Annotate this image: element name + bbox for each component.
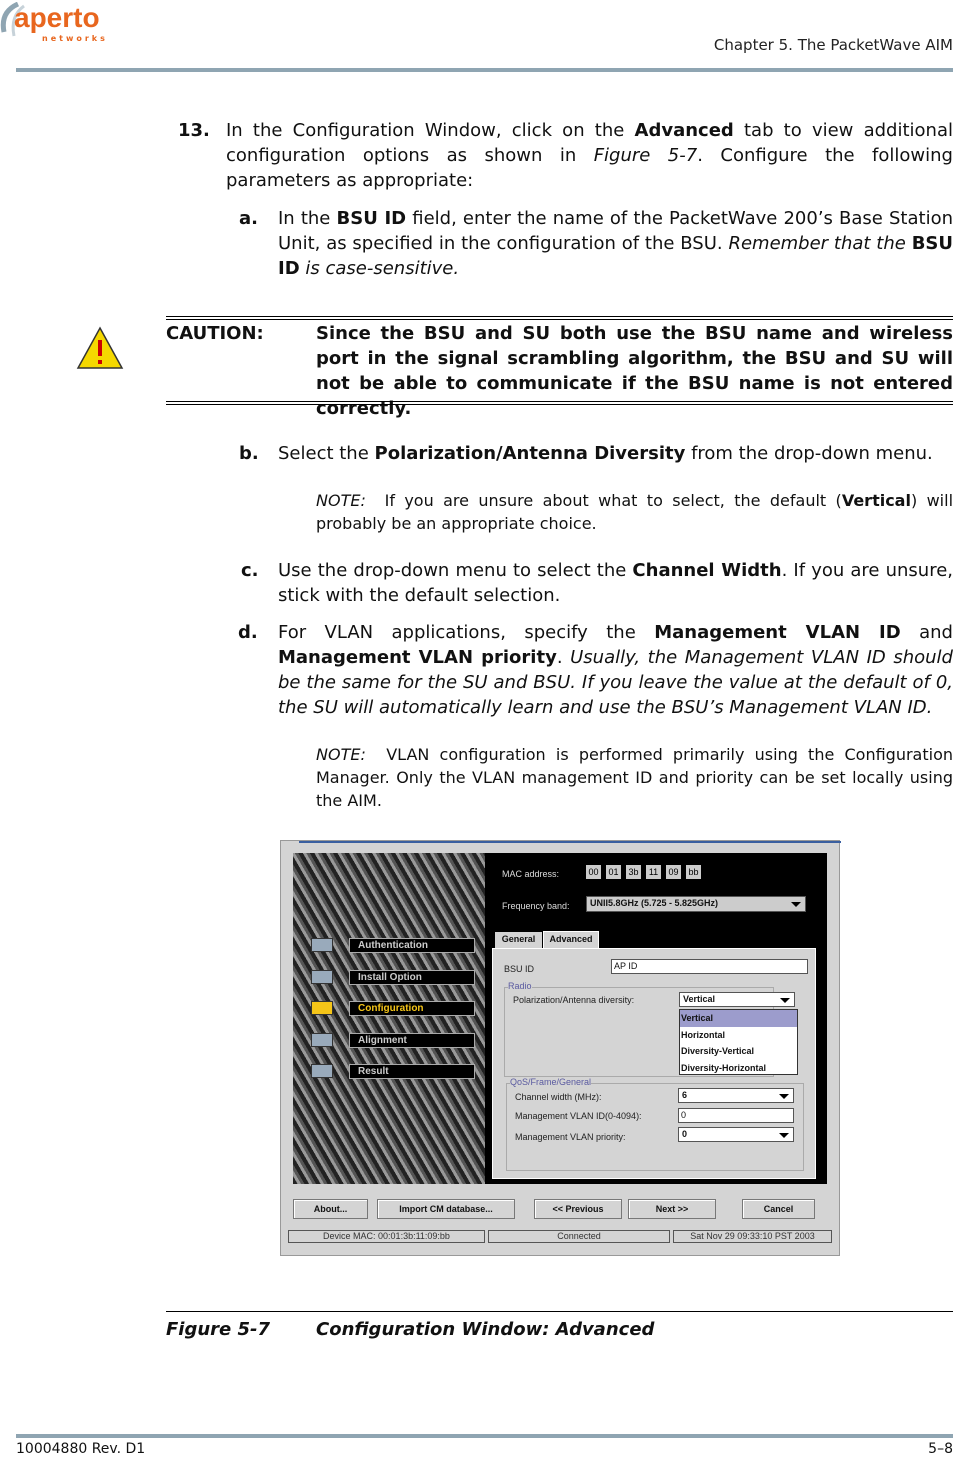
footer-rule bbox=[16, 1434, 953, 1438]
nav-status-square bbox=[311, 1001, 333, 1015]
frequency-band-dropdown[interactable]: UNII5.8GHz (5.725 - 5.825GHz) bbox=[586, 896, 806, 912]
bsu-id-label: BSU ID bbox=[504, 964, 535, 974]
status-time: Sat Nov 29 09:33:10 PST 2003 bbox=[673, 1230, 832, 1243]
step-c-text: Use the drop-down menu to select the Cha… bbox=[278, 560, 953, 606]
chevron-down-icon bbox=[780, 998, 790, 1003]
background-photo bbox=[293, 853, 485, 1184]
channel-width-dropdown[interactable]: 6 bbox=[678, 1088, 794, 1103]
import-cm-database-button[interactable]: Import CM database... bbox=[377, 1199, 515, 1219]
channel-width-label: Channel width (MHz): bbox=[515, 1092, 602, 1102]
doc-number: 10004880 Rev. D1 bbox=[16, 1441, 146, 1457]
nav-item-configuration[interactable]: Configuration bbox=[349, 1001, 475, 1016]
chevron-down-icon bbox=[779, 1094, 789, 1099]
tab-advanced[interactable]: Advanced bbox=[543, 931, 599, 948]
logo-subtext: networks bbox=[42, 34, 108, 43]
step-13-text: In the Configuration Window, click on th… bbox=[226, 120, 953, 191]
note-d: NOTE: VLAN configuration is performed pr… bbox=[316, 745, 953, 810]
polarization-value: Vertical bbox=[683, 994, 716, 1004]
vlan-id-input[interactable]: 0 bbox=[678, 1108, 794, 1123]
mac-octet-field: 09 bbox=[666, 865, 681, 879]
step-letter: c. bbox=[241, 560, 259, 581]
advanced-tab-panel: BSU ID AP ID Radio Polarization/Antenna … bbox=[492, 948, 816, 1179]
nav-item-alignment[interactable]: Alignment bbox=[349, 1032, 475, 1048]
polarization-dropdown[interactable]: Vertical bbox=[679, 992, 795, 1007]
caution-rule-bottom bbox=[166, 401, 953, 405]
chevron-down-icon bbox=[779, 1133, 789, 1138]
aperto-logo: aperto networks bbox=[0, 1, 120, 46]
previous-button[interactable]: << Previous bbox=[534, 1199, 622, 1219]
figure-title: Configuration Window: Advanced bbox=[316, 1319, 655, 1340]
status-connection: Connected bbox=[488, 1230, 670, 1243]
mac-label: MAC address: bbox=[502, 869, 560, 879]
step-letter: a. bbox=[239, 208, 258, 229]
mac-octet-field: bb bbox=[686, 865, 701, 879]
nav-item-install-option[interactable]: Install Option bbox=[349, 969, 475, 985]
page-number: 5–8 bbox=[928, 1441, 953, 1457]
mac-octet-field: 01 bbox=[606, 865, 621, 879]
step-b-text: Select the Polarization/Antenna Diversit… bbox=[278, 443, 933, 464]
polarization-option[interactable]: Vertical bbox=[680, 1010, 797, 1027]
step-a-text: In the BSU ID field, enter the name of t… bbox=[278, 208, 953, 279]
polarization-option[interactable]: Diversity-Horizontal bbox=[680, 1060, 797, 1077]
channel-width-value: 6 bbox=[682, 1090, 688, 1100]
step-number: 13. bbox=[178, 120, 210, 141]
polarization-label: Polarization/Antenna diversity: bbox=[513, 995, 635, 1005]
note-b: NOTE: If you are unsure about what to se… bbox=[316, 491, 953, 533]
step-d-text: For VLAN applications, specify the Manag… bbox=[278, 622, 953, 718]
vlan-id-label: Management VLAN ID(0-4094): bbox=[515, 1111, 642, 1121]
mac-octet-field: 11 bbox=[646, 865, 661, 879]
caution-label: CAUTION: bbox=[166, 323, 264, 344]
nav-item-result[interactable]: Result bbox=[349, 1064, 475, 1079]
logo-text: aperto bbox=[14, 2, 100, 33]
vlan-priority-label: Management VLAN priority: bbox=[515, 1132, 626, 1142]
nav-status-square bbox=[311, 1032, 333, 1047]
caution-text: Since the BSU and SU both use the BSU na… bbox=[316, 323, 953, 419]
chevron-down-icon bbox=[791, 902, 801, 907]
nav-item-authentication[interactable]: Authentication bbox=[349, 938, 475, 953]
nav-status-square bbox=[311, 938, 333, 952]
mac-octet-field: 00 bbox=[586, 865, 601, 879]
polarization-options-list: Vertical Horizontal Diversity-Vertical Dive… bbox=[679, 1009, 798, 1075]
header-rule bbox=[16, 68, 953, 72]
figure-rule bbox=[166, 1311, 953, 1312]
radio-group-label: Radio bbox=[508, 981, 532, 991]
mac-octet-field: 3b bbox=[626, 865, 641, 879]
bsu-id-input[interactable]: AP ID bbox=[611, 959, 808, 974]
chapter-header: Chapter 5. The PacketWave AIM bbox=[713, 36, 953, 54]
polarization-option[interactable]: Diversity-Vertical bbox=[680, 1043, 797, 1060]
vlan-priority-dropdown[interactable]: 0 bbox=[678, 1127, 794, 1142]
figure-number: Figure 5-7 bbox=[166, 1319, 271, 1340]
title-bar bbox=[299, 841, 841, 843]
configuration-window-screenshot: MAC address: Frequency band: UNII5.8GHz … bbox=[280, 840, 841, 1256]
vlan-priority-value: 0 bbox=[682, 1129, 688, 1139]
frequency-label: Frequency band: bbox=[502, 901, 570, 911]
warning-icon bbox=[76, 326, 124, 369]
polarization-option[interactable]: Horizontal bbox=[680, 1027, 797, 1044]
about-button[interactable]: About... bbox=[293, 1199, 368, 1219]
frequency-value: UNII5.8GHz (5.725 - 5.825GHz) bbox=[590, 898, 719, 908]
status-device-mac: Device MAC: 00:01:3b:11:09:bb bbox=[288, 1230, 485, 1243]
next-button[interactable]: Next >> bbox=[628, 1199, 716, 1219]
step-letter: b. bbox=[239, 443, 259, 464]
tab-general[interactable]: General bbox=[495, 932, 542, 948]
nav-status-square bbox=[311, 1064, 333, 1078]
cancel-button[interactable]: Cancel bbox=[742, 1199, 815, 1219]
qos-group-label: QoS/Frame/General bbox=[510, 1077, 592, 1087]
nav-status-square bbox=[311, 969, 333, 984]
caution-rule-top bbox=[166, 316, 953, 320]
step-letter: d. bbox=[238, 622, 258, 643]
